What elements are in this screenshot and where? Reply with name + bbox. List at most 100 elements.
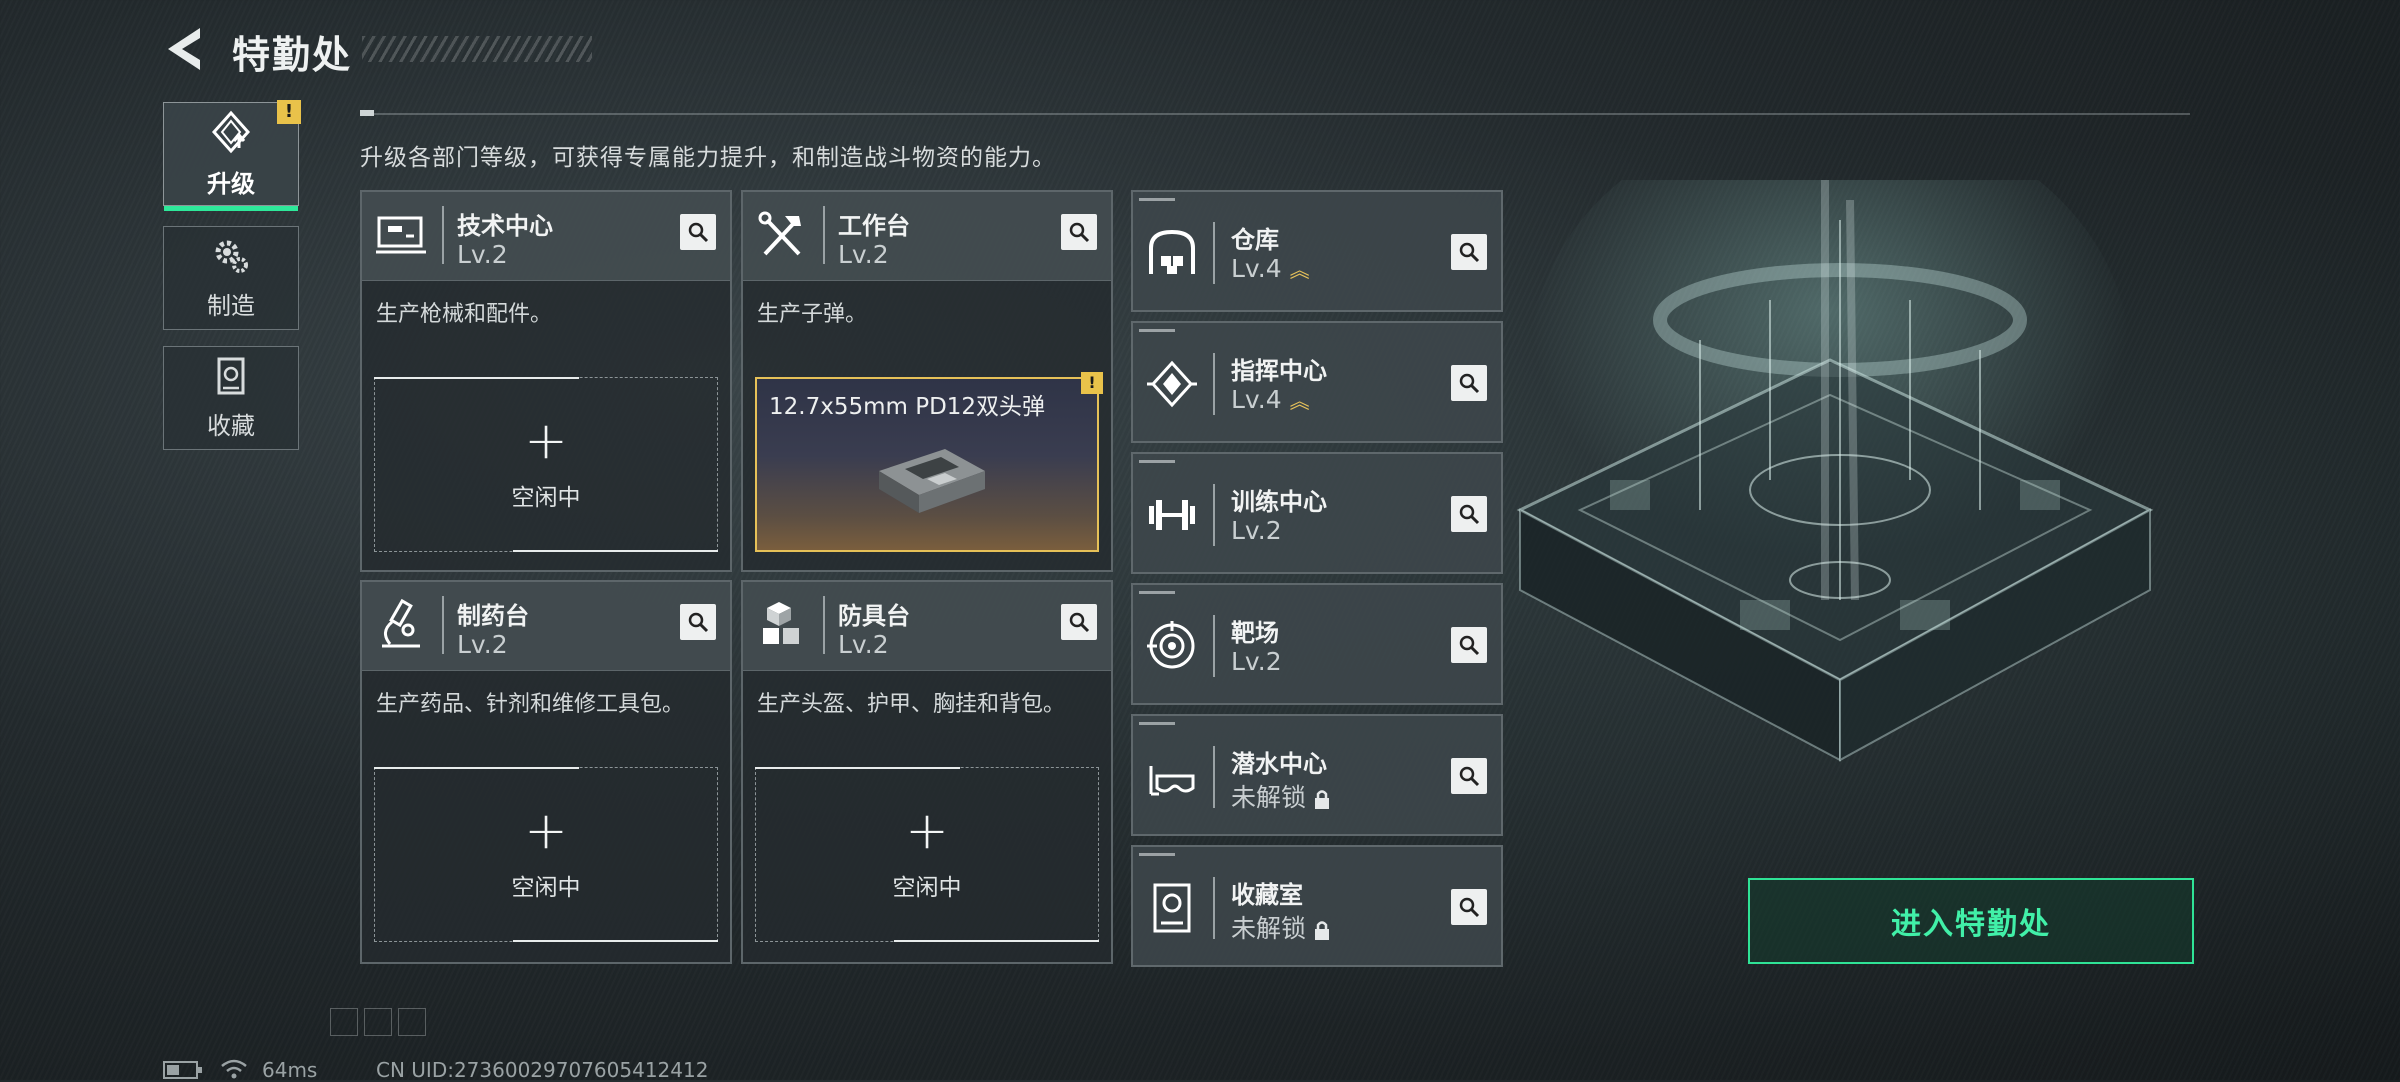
module-description: 生产枪械和配件。 (376, 302, 553, 327)
upgrade-available-icon: ︽ (1289, 258, 1310, 282)
facility-shooting-range[interactable]: 靶场 Lv.2 (1131, 583, 1503, 705)
search-icon (1459, 504, 1480, 525)
crafting-item-slot[interactable]: 12.7x55mm PD12双头弹 (755, 377, 1099, 552)
warehouse-icon (1149, 229, 1195, 274)
slot-status: 空闲中 (892, 874, 962, 901)
alert-badge-upgrade: ! (277, 100, 301, 124)
module-header: 技术中心 Lv.2 (362, 192, 730, 281)
module-header: 防具台 Lv.2 (743, 582, 1111, 671)
facility-separator (1213, 877, 1215, 939)
facility-separator (1213, 222, 1215, 284)
search-icon (688, 612, 709, 633)
facility-separator (1213, 353, 1215, 415)
wifi-icon (221, 1059, 247, 1079)
facility-level: Lv.2 (1231, 516, 1282, 545)
module-level: Lv.2 (838, 240, 889, 269)
dumbbell-icon (1149, 500, 1195, 530)
facility-level: Lv.4 ︽ (1231, 385, 1310, 414)
inspect-button[interactable] (1451, 758, 1487, 794)
inspect-button[interactable] (1061, 214, 1097, 250)
ping-indicator: 64ms (262, 1058, 318, 1082)
base-hologram-illustration (1516, 180, 2154, 762)
facility-level: Lv.4 ︽ (1231, 254, 1310, 283)
facility-name: 靶场 (1231, 619, 1279, 647)
back-button[interactable] (160, 22, 210, 76)
slot-status: 空闲中 (511, 484, 581, 511)
title-decoration (362, 36, 592, 62)
inspect-button[interactable] (1451, 496, 1487, 532)
user-uid: CN UID:27360029707605412412 (376, 1058, 709, 1082)
nav-tab-craft[interactable]: 制造 (163, 226, 299, 330)
enter-button-label: 进入特勤处 (1891, 907, 2051, 942)
search-icon (1459, 242, 1480, 263)
divider-mark (360, 110, 374, 116)
module-level: Lv.2 (457, 240, 508, 269)
module-card-pharmacy: 制药台 Lv.2 生产药品、针剂和维修工具包。 + 空闲中 (360, 580, 732, 964)
facility-level-text: Lv.4 (1231, 385, 1282, 414)
facility-separator (1213, 746, 1215, 808)
enter-special-ops-button[interactable]: 进入特勤处 (1748, 878, 2194, 964)
facility-status: 未解锁 (1231, 783, 1307, 812)
add-icon: + (524, 410, 568, 471)
inspect-button[interactable] (1061, 604, 1097, 640)
inspect-button[interactable] (680, 604, 716, 640)
module-card-tech-center: 技术中心 Lv.2 生产枪械和配件。 + 空闲中 (360, 190, 732, 572)
divider (360, 113, 2190, 115)
module-card-workbench: 工作台 Lv.2 生产子弹。 12.7x55mm PD12双头弹 ! (741, 190, 1113, 572)
alert-badge-workbench: ! (1081, 372, 1103, 394)
crafting-item-name: 12.7x55mm PD12双头弹 (769, 394, 1046, 420)
slot-status: 空闲中 (511, 874, 581, 901)
facility-name: 指挥中心 (1231, 357, 1327, 385)
inspect-button[interactable] (1451, 889, 1487, 925)
facility-diving-center[interactable]: 潜水中心 未解锁 (1131, 714, 1503, 836)
search-icon (1069, 222, 1090, 243)
header-separator (823, 596, 825, 654)
facility-name: 潜水中心 (1231, 750, 1327, 778)
decorative-squares (330, 1008, 432, 1040)
production-slot[interactable]: + 空闲中 (755, 767, 1099, 942)
add-icon: + (905, 800, 949, 861)
gears-icon (215, 240, 248, 273)
facility-level: Lv.2 (1231, 647, 1282, 676)
facility-command-center[interactable]: 指挥中心 Lv.4 ︽ (1131, 321, 1503, 443)
microscope-icon (382, 598, 420, 648)
nav-tab-collection[interactable]: 收藏 (163, 346, 299, 450)
display-case-icon (1153, 883, 1191, 933)
target-icon (1147, 621, 1195, 669)
chip-icon (1147, 360, 1197, 408)
page-description: 升级各部门等级，可获得专属能力提升，和制造战斗物资的能力。 (360, 145, 1056, 171)
facility-warehouse[interactable]: 仓库 Lv.4 ︽ (1131, 190, 1503, 312)
module-description: 生产头盔、护甲、胸挂和背包。 (757, 692, 1066, 717)
search-icon (688, 222, 709, 243)
inspect-button[interactable] (1451, 365, 1487, 401)
search-icon (1459, 635, 1480, 656)
module-description: 生产药品、针剂和维修工具包。 (376, 692, 685, 717)
ammo-box-image (879, 449, 985, 513)
header-separator (823, 206, 825, 264)
inspect-button[interactable] (1451, 627, 1487, 663)
search-icon (1459, 373, 1480, 394)
facility-training-center[interactable]: 训练中心 Lv.2 (1131, 452, 1503, 574)
lock-icon (1315, 921, 1330, 940)
monitor-icon (376, 216, 426, 254)
header-separator (442, 206, 444, 264)
facility-separator (1213, 615, 1215, 677)
production-slot[interactable]: + 空闲中 (374, 767, 718, 942)
add-icon: + (524, 800, 568, 861)
upgrade-available-icon: ︽ (1289, 389, 1310, 413)
page-title: 特勤处 (232, 33, 353, 77)
module-name: 技术中心 (457, 212, 553, 240)
production-slot[interactable]: + 空闲中 (374, 377, 718, 552)
nav-label-collection: 收藏 (207, 411, 255, 440)
header-separator (442, 596, 444, 654)
module-name: 工作台 (838, 212, 910, 240)
inspect-button[interactable] (680, 214, 716, 250)
facility-collection-room[interactable]: 收藏室 未解锁 (1131, 845, 1503, 967)
module-header: 制药台 Lv.2 (362, 582, 730, 671)
facility-name: 收藏室 (1231, 881, 1303, 909)
module-level: Lv.2 (457, 630, 508, 659)
search-icon (1069, 612, 1090, 633)
inspect-button[interactable] (1451, 234, 1487, 270)
module-card-armor-bench: 防具台 Lv.2 生产头盔、护甲、胸挂和背包。 + 空闲中 (741, 580, 1113, 964)
facility-level: 未解锁 (1231, 909, 1332, 945)
